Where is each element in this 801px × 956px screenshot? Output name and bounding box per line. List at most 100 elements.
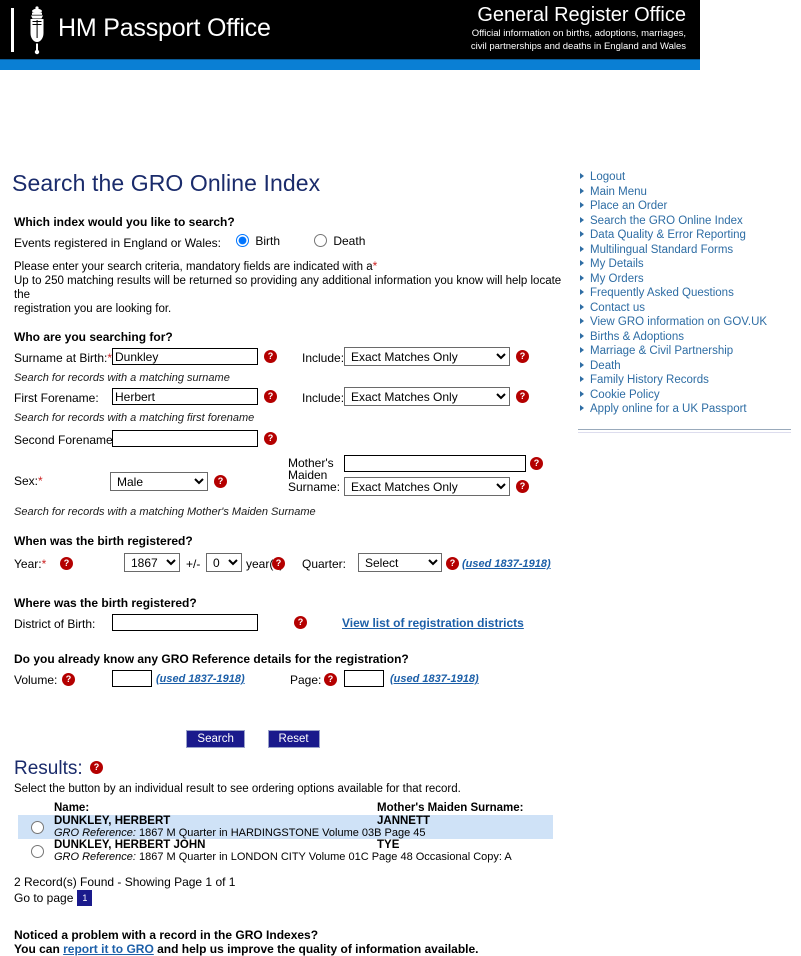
first-forename-input[interactable]	[112, 388, 258, 405]
result-radio-cell-1[interactable]	[18, 815, 54, 839]
surname-input[interactable]	[112, 348, 258, 365]
sidebar-link-label[interactable]: Multilingual Standard Forms	[590, 244, 733, 256]
sidebar-item-search-gro-online-index[interactable]: Search the GRO Online Index	[578, 214, 798, 229]
mother-maiden-surname-input[interactable]	[344, 455, 526, 472]
mother-hint: Search for records with a matching Mothe…	[14, 506, 316, 518]
surname-help-icon[interactable]: ?	[264, 350, 277, 363]
surname-include-help-icon[interactable]: ?	[516, 350, 529, 363]
sidebar-item-births-adoptions[interactable]: Births & Adoptions	[578, 330, 798, 345]
form-actions: Search Reset	[0, 730, 566, 748]
second-forename-input[interactable]	[112, 430, 258, 447]
sidebar-item-apply-uk-passport[interactable]: Apply online for a UK Passport	[578, 402, 798, 417]
volume-used-link[interactable]: (used 1837-1918)	[156, 673, 245, 685]
footer-line1: Noticed a problem with a record in the G…	[14, 928, 319, 942]
first-forename-include-help-icon[interactable]: ?	[516, 390, 529, 403]
radio-birth[interactable]: Birth	[236, 234, 280, 248]
page-used-link[interactable]: (used 1837-1918)	[390, 673, 479, 685]
sidebar-link-label[interactable]: Main Menu	[590, 186, 647, 198]
sidebar-link-label[interactable]: Logout	[590, 171, 625, 183]
surname-row: Surname at Birth:* ? Include: Exact Matc…	[14, 347, 566, 372]
sidebar-item-multilingual-forms[interactable]: Multilingual Standard Forms	[578, 243, 798, 258]
sidebar-link-label[interactable]: Death	[590, 360, 621, 372]
sidebar-item-family-history-records[interactable]: Family History Records	[578, 373, 798, 388]
page-number-badge[interactable]: 1	[77, 890, 93, 906]
sidebar-link-label[interactable]: Family History Records	[590, 374, 709, 386]
sidebar-item-my-details[interactable]: My Details	[578, 257, 798, 272]
result-reference-label-2: GRO Reference:	[54, 851, 136, 863]
chevron-right-icon	[580, 347, 584, 353]
results-header-row: Name: Mother's Maiden Surname:	[18, 802, 553, 815]
chevron-right-icon	[580, 245, 584, 252]
chevron-right-icon	[580, 361, 584, 368]
sidebar-item-my-orders[interactable]: My Orders	[578, 272, 798, 287]
district-input[interactable]	[112, 614, 258, 631]
year-select[interactable]: 1867	[124, 553, 180, 572]
page-input[interactable]	[344, 670, 384, 687]
sidebar-item-data-quality[interactable]: Data Quality & Error Reporting	[578, 228, 798, 243]
registration-districts-link[interactable]: View list of registration districts	[342, 616, 524, 630]
volume-input[interactable]	[112, 670, 152, 687]
search-button[interactable]: Search	[186, 730, 245, 748]
quarter-used-link[interactable]: (used 1837-1918)	[462, 558, 551, 570]
radio-death[interactable]: Death	[314, 234, 365, 248]
sidebar-link-label[interactable]: Births & Adoptions	[590, 331, 684, 343]
page-help-icon[interactable]: ?	[324, 673, 337, 686]
quarter-label: Quarter:	[302, 557, 347, 571]
sex-select[interactable]: Male	[110, 472, 208, 491]
result-name-1: DUNKLEY, HERBERT	[54, 815, 171, 827]
result-radio-1[interactable]	[30, 820, 44, 834]
second-forename-help-icon[interactable]: ?	[264, 432, 277, 445]
quarter-select[interactable]: Select	[358, 553, 442, 572]
sidebar-item-contact-us[interactable]: Contact us	[578, 301, 798, 316]
year-range-help-icon[interactable]: ?	[272, 557, 285, 570]
criteria-note-line2: Up to 250 matching results will be retur…	[14, 275, 562, 301]
mother-surname-help-icon[interactable]: ?	[530, 457, 543, 470]
sidebar-link-label[interactable]: Apply online for a UK Passport	[590, 403, 747, 415]
sidebar-link-label[interactable]: Data Quality & Error Reporting	[590, 229, 746, 241]
radio-birth-input[interactable]	[236, 234, 249, 247]
table-row[interactable]: DUNKLEY, HERBERT JANNETT	[18, 815, 553, 834]
sex-help-icon[interactable]: ?	[214, 475, 227, 488]
district-help-icon[interactable]: ?	[294, 616, 307, 629]
first-forename-label: First Forename:	[14, 391, 99, 405]
sidebar-item-gov-uk-info[interactable]: View GRO information on GOV.UK	[578, 315, 798, 330]
surname-include-select[interactable]: Exact Matches Only	[344, 347, 510, 366]
sidebar-link-label[interactable]: Marriage & Civil Partnership	[590, 345, 733, 357]
mother-include-help-icon[interactable]: ?	[516, 480, 529, 493]
who-section-heading: Who are you searching for?	[14, 330, 173, 344]
first-forename-help-icon[interactable]: ?	[264, 390, 277, 403]
table-row[interactable]: DUNKLEY, HERBERT JOHN TYE	[18, 839, 553, 858]
volume-help-icon[interactable]: ?	[62, 673, 75, 686]
sidebar-link-label[interactable]: Place an Order	[590, 200, 667, 212]
quarter-help-icon[interactable]: ?	[446, 557, 459, 570]
sidebar-link-label[interactable]: Cookie Policy	[590, 389, 660, 401]
first-forename-include-select[interactable]: Exact Matches Only	[344, 387, 510, 406]
results-help-icon[interactable]: ?	[89, 761, 103, 774]
gro-title: General Register Office	[477, 4, 686, 26]
index-radio-row: Events registered in England or Wales: B…	[14, 233, 566, 253]
reset-button[interactable]: Reset	[267, 730, 320, 748]
sidebar-link-label[interactable]: Search the GRO Online Index	[590, 215, 743, 227]
sidebar-item-faq[interactable]: Frequently Asked Questions	[578, 286, 798, 301]
mother-include-select[interactable]: Exact Matches Only	[344, 477, 510, 496]
sidebar-item-main-menu[interactable]: Main Menu	[578, 185, 798, 200]
sidebar-item-place-an-order[interactable]: Place an Order	[578, 199, 798, 214]
result-radio-2[interactable]	[30, 844, 44, 858]
result-reference-1: GRO Reference: 1867 M Quarter in HARDING…	[54, 827, 553, 839]
sidebar-item-cookie-policy[interactable]: Cookie Policy	[578, 388, 798, 403]
sidebar-link-label[interactable]: My Orders	[590, 273, 644, 285]
sidebar-item-marriage-civil-partnership[interactable]: Marriage & Civil Partnership	[578, 344, 798, 359]
sidebar-link-label[interactable]: Frequently Asked Questions	[590, 287, 734, 299]
year-help-icon[interactable]: ?	[60, 557, 73, 570]
result-radio-cell-2[interactable]	[18, 839, 54, 863]
report-to-gro-link[interactable]: report it to GRO	[63, 942, 154, 956]
sidebar-item-death[interactable]: Death	[578, 359, 798, 374]
chevron-right-icon	[580, 231, 584, 237]
sidebar-link-label[interactable]: Contact us	[590, 302, 645, 314]
site-masthead: HM Passport Office General Register Offi…	[0, 0, 700, 59]
radio-death-input[interactable]	[314, 234, 327, 247]
sidebar-link-label[interactable]: My Details	[590, 258, 644, 270]
sidebar-item-logout[interactable]: Logout	[578, 170, 798, 185]
sidebar-link-label[interactable]: View GRO information on GOV.UK	[590, 316, 767, 328]
year-range-select[interactable]: 0	[206, 553, 242, 572]
